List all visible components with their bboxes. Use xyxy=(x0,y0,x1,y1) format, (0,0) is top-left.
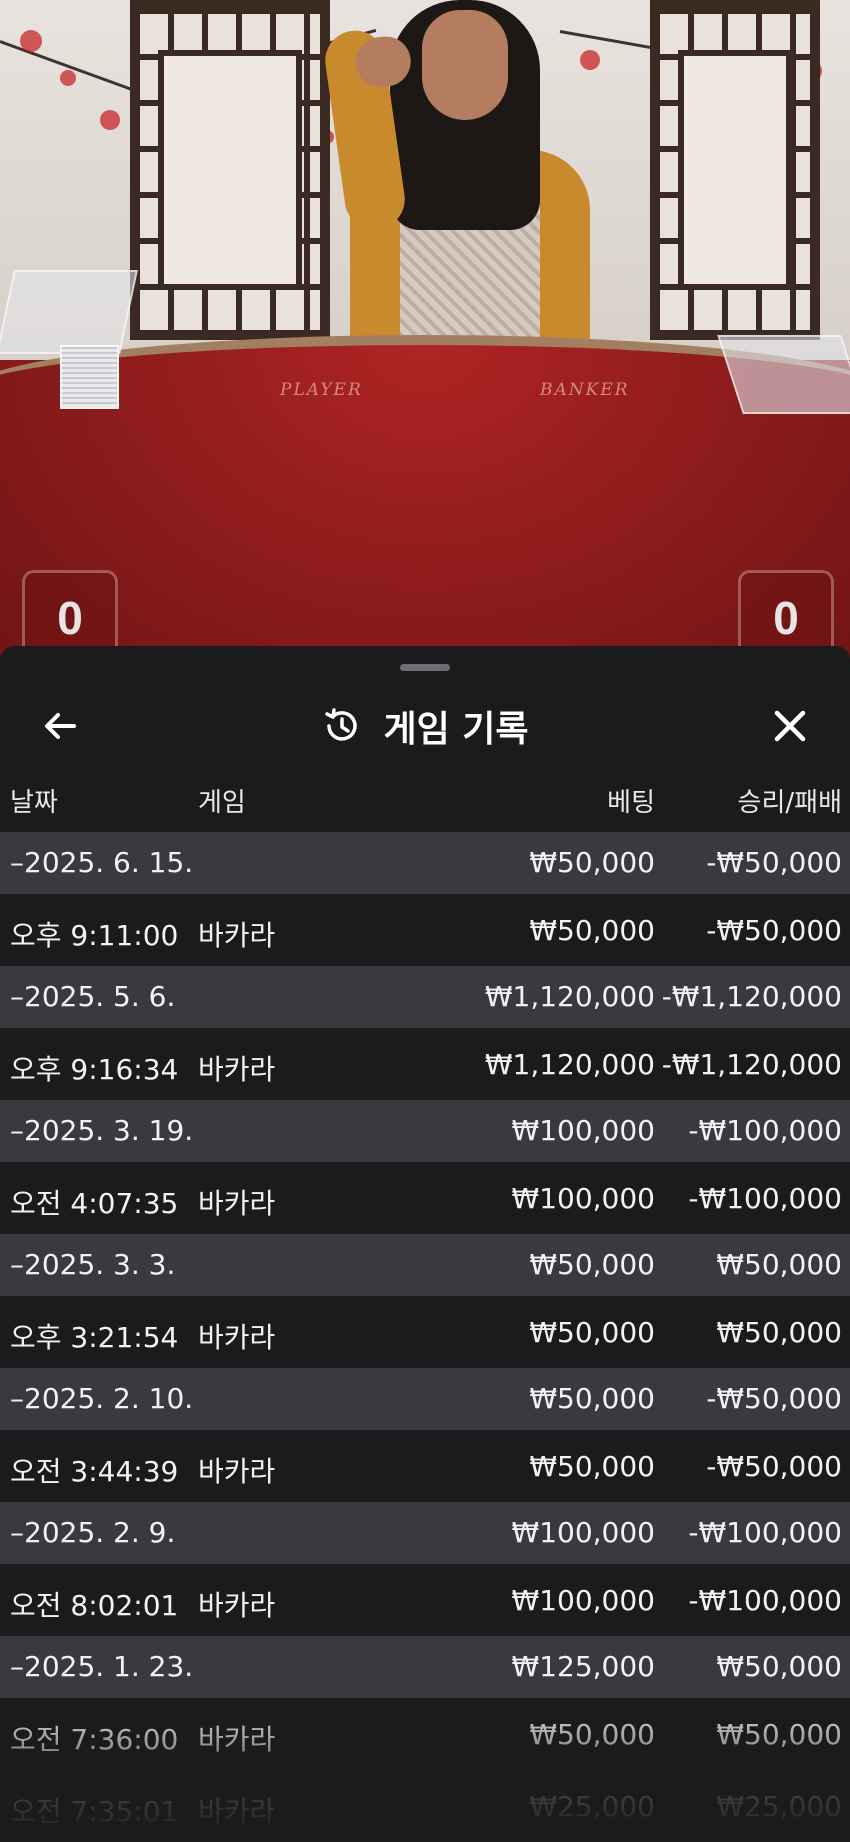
row-date: –2025. 6. 15. xyxy=(10,846,194,879)
row-game: 바카라 xyxy=(198,1589,276,1622)
game-record-row[interactable]: 오후 9:11:00 바카라 ₩50,000 -₩50,000 xyxy=(0,894,850,966)
row-time: 오후 3:21:54 xyxy=(10,1321,179,1354)
row-win-loss-amount: -₩50,000 xyxy=(706,1382,842,1415)
row-game: 바카라 xyxy=(198,1187,276,1220)
column-header-game: 게임 xyxy=(198,788,246,818)
date-group-row[interactable]: –2025. 3. 19. ₩100,000 -₩100,000 xyxy=(0,1100,850,1162)
card-holder xyxy=(0,270,138,354)
row-bet-amount: ₩50,000 xyxy=(529,1450,655,1483)
row-win-loss-amount: -₩50,000 xyxy=(706,846,842,879)
date-group-row[interactable]: –2025. 2. 10. ₩50,000 -₩50,000 xyxy=(0,1368,850,1430)
row-win-loss-amount: -₩100,000 xyxy=(688,1516,842,1549)
sheet-header: 게임 기록 xyxy=(0,686,850,766)
column-header-bet: 베팅 xyxy=(607,788,655,818)
row-win-loss-amount: -₩50,000 xyxy=(706,914,842,947)
history-icon xyxy=(325,708,358,741)
row-win-loss-amount: ₩50,000 xyxy=(716,1650,842,1683)
baccarat-table xyxy=(0,335,850,660)
dealer xyxy=(321,0,600,395)
date-group-row[interactable]: –2025. 5. 6. ₩1,120,000 -₩1,120,000 xyxy=(0,966,850,1028)
row-win-loss-amount: -₩1,120,000 xyxy=(661,1048,842,1081)
row-bet-amount: ₩25,000 xyxy=(529,1790,655,1823)
row-win-loss-amount: ₩50,000 xyxy=(716,1248,842,1281)
row-date: –2025. 5. 6. xyxy=(10,980,176,1013)
felt-label-banker: BANKER xyxy=(540,380,630,400)
blossom xyxy=(100,110,120,130)
table-header: 날짜 게임 베팅 승리/패배 xyxy=(0,782,850,836)
sheet-title-group: 게임 기록 xyxy=(0,686,850,766)
card-stack xyxy=(60,345,119,409)
row-win-loss-amount: -₩50,000 xyxy=(706,1450,842,1483)
game-record-row[interactable]: 오후 3:21:54 바카라 ₩50,000 ₩50,000 xyxy=(0,1296,850,1368)
row-bet-amount: ₩1,120,000 xyxy=(484,1048,655,1081)
row-date: –2025. 3. 19. xyxy=(10,1114,194,1147)
row-date: –2025. 2. 10. xyxy=(10,1382,194,1415)
blossom xyxy=(60,70,76,86)
row-bet-amount: ₩100,000 xyxy=(511,1516,655,1549)
row-win-loss-amount: ₩50,000 xyxy=(716,1316,842,1349)
row-time: 오전 7:36:00 xyxy=(10,1723,179,1756)
date-group-row[interactable]: –2025. 3. 3. ₩50,000 ₩50,000 xyxy=(0,1234,850,1296)
row-date: –2025. 3. 3. xyxy=(10,1248,176,1281)
game-record-row[interactable]: 오전 3:44:39 바카라 ₩50,000 -₩50,000 xyxy=(0,1430,850,1502)
row-game: 바카라 xyxy=(198,1321,276,1354)
row-bet-amount: ₩100,000 xyxy=(511,1114,655,1147)
row-time: 오전 7:35:01 xyxy=(10,1795,179,1828)
row-game: 바카라 xyxy=(198,1053,276,1086)
row-win-loss-amount: ₩50,000 xyxy=(716,1718,842,1751)
row-game: 바카라 xyxy=(198,1455,276,1488)
row-bet-amount: ₩125,000 xyxy=(511,1650,655,1683)
row-game: 바카라 xyxy=(198,919,276,952)
wood-lattice-panel xyxy=(130,0,330,340)
row-bet-amount: ₩100,000 xyxy=(511,1584,655,1617)
close-icon xyxy=(774,710,806,742)
row-time: 오전 3:44:39 xyxy=(10,1455,179,1488)
row-bet-amount: ₩50,000 xyxy=(529,1718,655,1751)
row-game: 바카라 xyxy=(198,1795,276,1828)
row-date: –2025. 1. 23. xyxy=(10,1650,194,1683)
game-record-row[interactable]: 오전 8:02:01 바카라 ₩100,000 -₩100,000 xyxy=(0,1564,850,1636)
row-win-loss-amount: -₩100,000 xyxy=(688,1182,842,1215)
row-bet-amount: ₩100,000 xyxy=(511,1182,655,1215)
row-time: 오후 9:16:34 xyxy=(10,1053,179,1086)
row-win-loss-amount: -₩100,000 xyxy=(688,1584,842,1617)
wood-lattice-panel xyxy=(650,0,820,340)
row-bet-amount: ₩50,000 xyxy=(529,914,655,947)
sheet-title: 게임 기록 xyxy=(383,709,529,750)
column-header-win-loss: 승리/패배 xyxy=(737,788,842,818)
row-bet-amount: ₩50,000 xyxy=(529,1248,655,1281)
game-record-row[interactable]: 오전 4:07:35 바카라 ₩100,000 -₩100,000 xyxy=(0,1162,850,1234)
history-table-body: –2025. 6. 15. ₩50,000 -₩50,000 오후 9:11:00 바카… xyxy=(0,832,850,1842)
row-game: 바카라 xyxy=(198,1723,276,1756)
row-time: 오전 4:07:35 xyxy=(10,1187,179,1220)
felt-label-player: PLAYER xyxy=(280,380,363,400)
row-date: –2025. 2. 9. xyxy=(10,1516,176,1549)
row-win-loss-amount: -₩1,120,000 xyxy=(661,980,842,1013)
row-bet-amount: ₩50,000 xyxy=(529,1316,655,1349)
blossom xyxy=(20,30,42,52)
date-group-row[interactable]: –2025. 2. 9. ₩100,000 -₩100,000 xyxy=(0,1502,850,1564)
row-time: 오후 9:11:00 xyxy=(10,919,179,952)
live-video-feed: PLAYER BANKER 0 0 xyxy=(0,0,850,660)
row-win-loss-amount: ₩25,000 xyxy=(716,1790,842,1823)
app-screen: PLAYER BANKER 0 0 게임 기록 날짜 게임 베팅 승리/패배 –… xyxy=(0,0,850,1842)
game-record-row[interactable]: 오후 9:16:34 바카라 ₩1,120,000 -₩1,120,000 xyxy=(0,1028,850,1100)
game-record-row[interactable]: 오전 7:36:00 바카라 ₩50,000 ₩50,000 xyxy=(0,1698,850,1770)
row-bet-amount: ₩50,000 xyxy=(529,1382,655,1415)
date-group-row[interactable]: –2025. 1. 23. ₩125,000 ₩50,000 xyxy=(0,1636,850,1698)
game-history-sheet: 게임 기록 날짜 게임 베팅 승리/패배 –2025. 6. 15. ₩50,00… xyxy=(0,646,850,1842)
game-record-row[interactable]: 오전 7:35:01 바카라 ₩25,000 ₩25,000 xyxy=(0,1770,850,1842)
sheet-drag-handle[interactable] xyxy=(400,664,450,671)
row-bet-amount: ₩1,120,000 xyxy=(484,980,655,1013)
column-header-date: 날짜 xyxy=(10,788,58,818)
row-bet-amount: ₩50,000 xyxy=(529,846,655,879)
row-win-loss-amount: -₩100,000 xyxy=(688,1114,842,1147)
close-button[interactable] xyxy=(760,698,820,754)
row-time: 오전 8:02:01 xyxy=(10,1589,179,1622)
date-group-row[interactable]: –2025. 6. 15. ₩50,000 -₩50,000 xyxy=(0,832,850,894)
